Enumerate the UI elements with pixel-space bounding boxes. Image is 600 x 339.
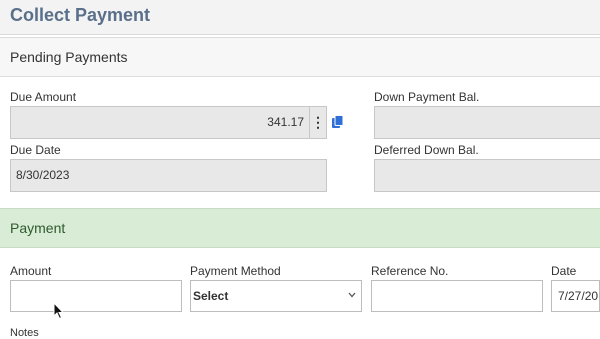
due-amount-field: 341.17 ⋮ — [10, 106, 327, 139]
due-date-value: 8/30/2023 — [16, 168, 70, 182]
payment-method-label: Payment Method — [190, 264, 281, 278]
deferred-down-field — [374, 159, 600, 192]
page-header: Collect Payment — [0, 0, 600, 35]
pending-payments-header: Pending Payments — [0, 37, 600, 77]
due-amount-value: 341.17 — [267, 115, 304, 129]
amount-label: Amount — [10, 264, 52, 278]
due-date-label: Due Date — [10, 143, 61, 157]
amount-input[interactable] — [10, 280, 182, 312]
payment-header: Payment — [0, 208, 600, 248]
down-payment-field — [374, 106, 600, 139]
down-payment-label: Down Payment Bal. — [374, 90, 480, 104]
notes-label: Notes — [10, 327, 39, 339]
payment-method-select[interactable]: Select — [190, 280, 362, 312]
copy-icon[interactable] — [331, 115, 345, 129]
pending-payments-title: Pending Payments — [10, 49, 128, 65]
due-amount-label: Due Amount — [10, 90, 77, 104]
reference-input[interactable] — [371, 280, 543, 312]
date-label: Date — [551, 264, 577, 278]
payment-title: Payment — [10, 220, 66, 236]
date-input[interactable] — [551, 280, 600, 312]
chevron-down-icon — [348, 292, 356, 298]
deferred-down-label: Deferred Down Bal. — [374, 143, 479, 157]
payment-method-value: Select — [193, 289, 229, 303]
due-date-field: 8/30/2023 — [10, 159, 327, 192]
mouse-cursor-icon — [53, 302, 65, 320]
page-title: Collect Payment — [10, 5, 151, 25]
kebab-icon[interactable]: ⋮ — [309, 107, 326, 138]
reference-label: Reference No. — [371, 264, 449, 278]
